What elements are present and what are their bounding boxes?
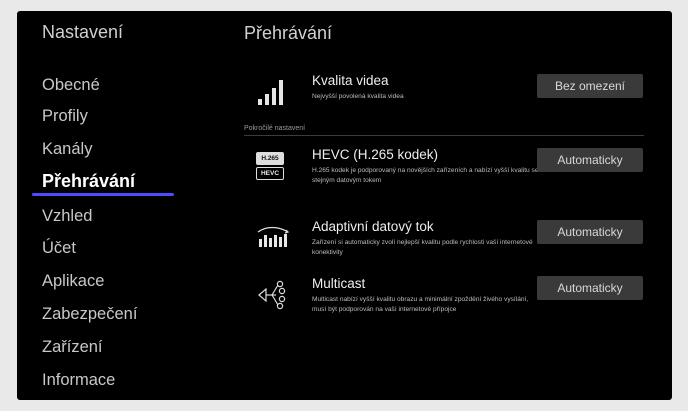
menu-item-general[interactable]: Obecné [42, 76, 100, 95]
hevc-title: HEVC (H.265 kodek) [312, 147, 439, 162]
adaptive-bitrate-desc: Zařízení si automaticky zvolí nejlepší k… [312, 239, 533, 256]
hevc-badge-top: H.265 [256, 152, 284, 165]
menu-item-profiles[interactable]: Profily [42, 107, 88, 126]
menu-item-playback[interactable]: Přehrávání [42, 171, 135, 192]
menu-item-apps[interactable]: Aplikace [42, 272, 104, 291]
multicast-button[interactable]: Automaticky [537, 276, 643, 300]
menu-item-appearance[interactable]: Vzhled [42, 207, 92, 226]
multicast-title: Multicast [312, 276, 366, 291]
adaptive-bitrate-title: Adaptivní datový tok [312, 219, 434, 234]
section-divider [244, 135, 644, 136]
advanced-settings-label: Pokročilé nastavení [244, 125, 306, 132]
menu-item-channels[interactable]: Kanály [42, 140, 92, 159]
sidebar-title: Nastavení [42, 22, 124, 42]
hevc-codec-icon: H.265 HEVC [256, 152, 284, 182]
hevc-desc: H.265 kodek je podporovaný na novějších … [312, 167, 539, 184]
multicast-icon [256, 278, 290, 317]
video-quality-button[interactable]: Bez omezení [537, 74, 643, 98]
active-menu-indicator [32, 193, 174, 196]
hevc-button[interactable]: Automaticky [537, 148, 643, 172]
adaptive-bitrate-icon [256, 224, 290, 253]
menu-item-device[interactable]: Zařízení [42, 338, 103, 357]
video-quality-title: Kvalita videa [312, 73, 389, 88]
video-quality-desc: Nejvyšší povolená kvalita videa [312, 93, 404, 100]
multicast-desc: Multicast nabízí vyšší kvalitu obrazu a … [312, 296, 529, 313]
hevc-badge-bottom: HEVC [256, 167, 284, 180]
menu-item-security[interactable]: Zabezpečení [42, 305, 137, 324]
menu-item-account[interactable]: Účet [42, 239, 76, 258]
menu-item-info[interactable]: Informace [42, 371, 115, 390]
page-title: Přehrávání [244, 23, 333, 43]
tv-screen [17, 11, 672, 400]
signal-bars-icon [256, 75, 290, 112]
adaptive-bitrate-button[interactable]: Automaticky [537, 220, 643, 244]
